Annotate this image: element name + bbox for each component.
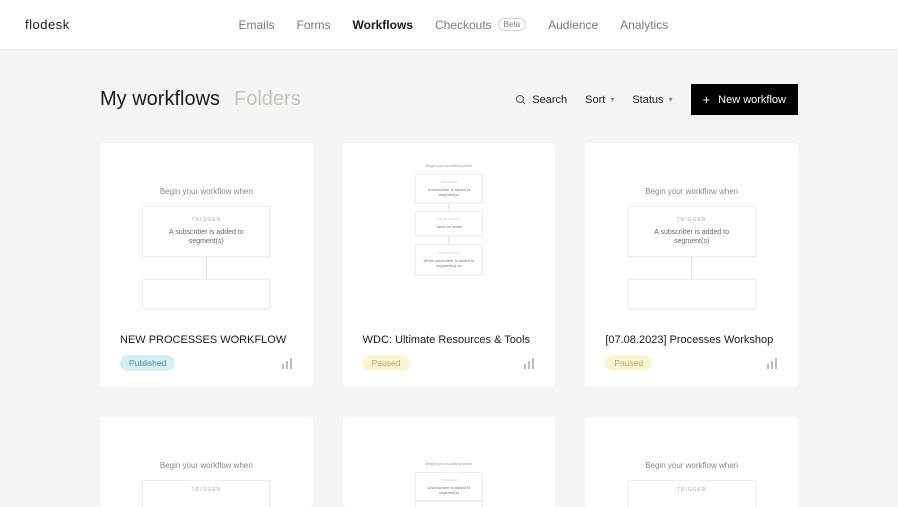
trigger-label: TRIGGER [637, 217, 747, 223]
connector [206, 257, 207, 279]
plus-icon: + [703, 93, 711, 106]
status-control[interactable]: Status ▾ [632, 94, 672, 106]
workflow-preview: Begin your workflow when TRIGGER [100, 417, 313, 507]
condition-text: When subscriber is added to segment(s) d… [420, 258, 478, 268]
trigger-text: A subscriber is added to segment(s) [420, 485, 478, 495]
search-icon [515, 94, 527, 106]
workflow-title: [07.08.2023] Processes Workshop [605, 334, 778, 346]
email-box: SEND EMAIL Send an email [415, 211, 483, 235]
workflow-title: WDC: Ultimate Resources & Tools [363, 334, 536, 346]
trigger-box: TRIGGER [142, 480, 270, 507]
nav-emails[interactable]: Emails [238, 18, 274, 32]
workflow-preview: Begin your workflow when TRIGGER A subsc… [343, 143, 556, 318]
workflow-card[interactable]: Begin your workflow when TRIGGER [585, 417, 798, 507]
sort-control[interactable]: Sort ▾ [585, 94, 614, 106]
main-nav: Emails Forms Workflows Checkouts Beta Au… [238, 18, 668, 32]
trigger-label: TRIGGER [151, 217, 261, 223]
trigger-box: TRIGGER [628, 480, 756, 507]
trigger-label: TRIGGER [420, 478, 478, 482]
nav-audience[interactable]: Audience [548, 18, 598, 32]
new-workflow-label: New workflow [718, 94, 786, 106]
workflow-card[interactable]: Begin your workflow when TRIGGER A subsc… [343, 143, 556, 387]
nav-checkouts[interactable]: Checkouts Beta [435, 18, 526, 32]
stats-icon[interactable] [523, 357, 535, 369]
nav-workflows[interactable]: Workflows [353, 18, 413, 32]
stats-icon[interactable] [281, 357, 293, 369]
status-label: Status [632, 94, 663, 106]
condition-label: CONDITION [420, 251, 478, 255]
workflow-title: NEW PROCESSES WORKFLOW [120, 334, 293, 346]
workflow-card[interactable]: Begin your workflow when TRIGGER A subsc… [100, 143, 313, 387]
email-label: SEND EMAIL [420, 217, 478, 221]
workflow-card[interactable]: Begin your workflow when TRIGGER A subsc… [585, 143, 798, 387]
tabs: My workflows Folders [100, 88, 301, 111]
workflow-preview: Begin your workflow when TRIGGER [585, 417, 798, 507]
search-control[interactable]: Search [515, 94, 567, 106]
next-box [142, 279, 270, 309]
trigger-box: TRIGGER A subscriber is added to segment… [415, 472, 483, 501]
nav-analytics[interactable]: Analytics [620, 18, 668, 32]
trigger-box: TRIGGER A subscriber is added to segment… [628, 206, 756, 257]
status-badge: Paused [605, 355, 652, 371]
status-badge: Published [120, 355, 175, 371]
workflow-card[interactable]: Begin your workflow when TRIGGER [100, 417, 313, 507]
tab-my-workflows[interactable]: My workflows [100, 88, 220, 111]
trigger-box: TRIGGER A subscriber is added to segment… [142, 206, 270, 257]
workflow-card[interactable]: Begin your workflow when TRIGGER A subsc… [343, 417, 556, 507]
beta-badge: Beta [498, 18, 526, 31]
trigger-label: TRIGGER [420, 180, 478, 184]
begin-text: Begin your workflow when [645, 461, 738, 470]
next-box [415, 501, 483, 507]
chevron-down-icon: ▾ [610, 95, 614, 104]
trigger-label: TRIGGER [151, 487, 261, 493]
nav-forms[interactable]: Forms [297, 18, 331, 32]
trigger-text: A subscriber is added to segment(s) [637, 228, 747, 246]
sort-label: Sort [585, 94, 605, 106]
brand-logo[interactable]: flodesk [25, 17, 70, 32]
workflow-preview: Begin your workflow when TRIGGER A subsc… [585, 143, 798, 318]
trigger-text: A subscriber is added to segment(s) [151, 228, 261, 246]
controls: Search Sort ▾ Status ▾ + New workflow [515, 84, 798, 115]
chevron-down-icon: ▾ [669, 95, 673, 104]
email-text: Send an email [420, 224, 478, 229]
begin-text: Begin your workflow when [160, 187, 253, 196]
connector [448, 236, 449, 244]
begin-text: Begin your workflow when [426, 461, 472, 466]
nav-checkouts-label: Checkouts [435, 18, 492, 32]
trigger-label: TRIGGER [637, 487, 747, 493]
workflow-preview: Begin your workflow when TRIGGER A subsc… [100, 143, 313, 318]
connector [691, 257, 692, 279]
status-badge: Paused [363, 355, 410, 371]
stats-icon[interactable] [766, 357, 778, 369]
next-box [628, 279, 756, 309]
condition-box: CONDITION When subscriber is added to se… [415, 244, 483, 275]
begin-text: Begin your workflow when [426, 163, 472, 168]
begin-text: Begin your workflow when [645, 187, 738, 196]
connector [448, 203, 449, 211]
workflow-preview: Begin your workflow when TRIGGER A subsc… [343, 417, 556, 507]
tab-folders[interactable]: Folders [234, 88, 301, 111]
search-label: Search [532, 94, 567, 106]
trigger-text: A subscriber is added to segment(s) [420, 187, 478, 197]
new-workflow-button[interactable]: + New workflow [691, 84, 798, 115]
begin-text: Begin your workflow when [160, 461, 253, 470]
trigger-box: TRIGGER A subscriber is added to segment… [415, 174, 483, 203]
